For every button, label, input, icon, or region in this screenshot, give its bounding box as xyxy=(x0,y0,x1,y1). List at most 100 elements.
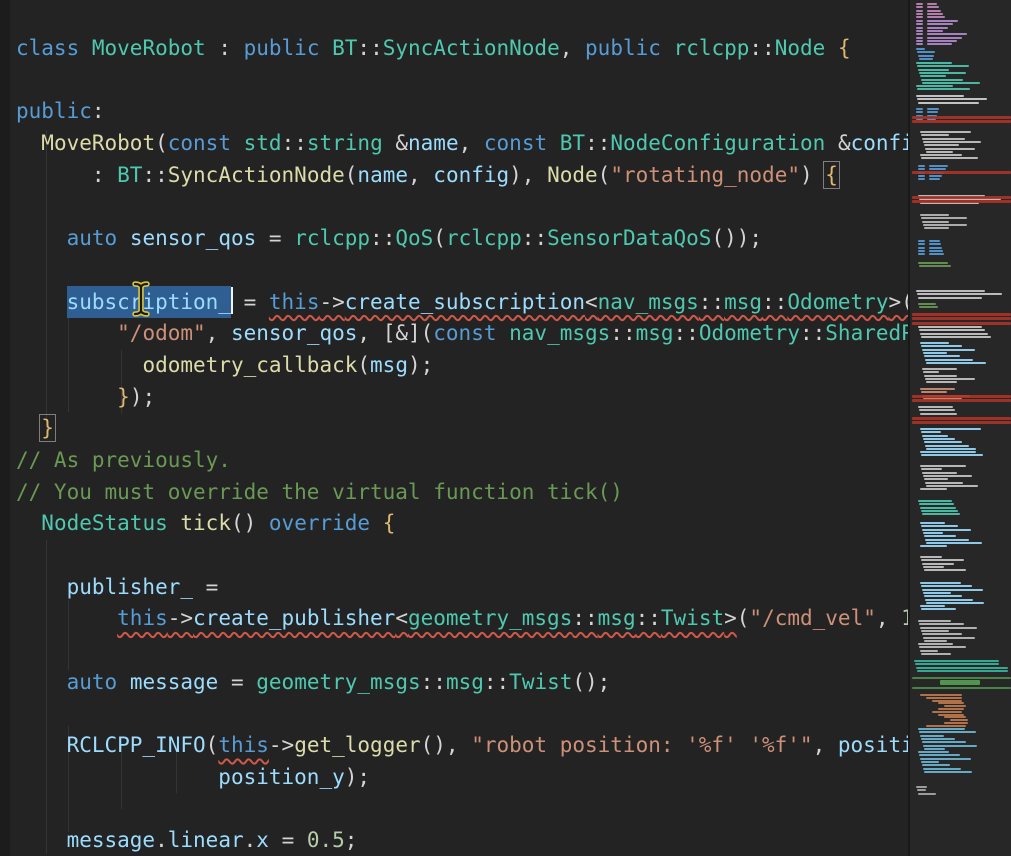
code-line[interactable]: RCLCPP_INFO(this->get_logger(), "robot p… xyxy=(16,730,908,762)
minimap-line xyxy=(929,243,941,245)
code-line[interactable]: message.linear.x = 0.5; xyxy=(16,825,908,856)
code-token: config xyxy=(851,131,908,155)
code-line[interactable]: class MoveRobot : public BT::SyncActionN… xyxy=(16,33,908,65)
minimap-line xyxy=(923,141,981,143)
code-token xyxy=(319,36,332,60)
code-line[interactable] xyxy=(16,65,908,97)
code-token xyxy=(16,226,67,250)
code-line[interactable]: public: xyxy=(16,96,908,128)
code-line[interactable]: this->create_publisher<geometry_msgs::ms… xyxy=(16,603,908,635)
minimap-line xyxy=(926,362,986,364)
code-token: :: xyxy=(572,606,597,630)
code-line[interactable]: } xyxy=(16,413,908,445)
code-editor[interactable]: class MoveRobot : public BT::SyncActionN… xyxy=(0,0,908,856)
minimap-line xyxy=(923,592,951,594)
minimap-line xyxy=(919,265,951,267)
minimap-line xyxy=(920,627,977,629)
minimap-line xyxy=(923,475,972,477)
code-line[interactable]: auto message = geometry_msgs::msg::Twist… xyxy=(16,667,908,699)
minimap-line xyxy=(918,253,925,255)
code-line[interactable] xyxy=(16,540,908,572)
code-line[interactable]: // You must override the virtual functio… xyxy=(16,477,908,509)
minimap-line xyxy=(916,13,923,15)
code-token: 10 xyxy=(901,606,908,630)
code-line[interactable]: "/odom", sensor_qos, [&](const nav_msgs:… xyxy=(16,318,908,350)
code-line[interactable] xyxy=(16,191,908,223)
minimap-line xyxy=(916,30,923,32)
code-token xyxy=(16,385,117,409)
minimap-line xyxy=(923,438,955,440)
code-line[interactable] xyxy=(16,635,908,667)
code-token: ( xyxy=(155,131,168,155)
minimap-line xyxy=(922,221,949,223)
minimap-line xyxy=(921,134,949,136)
minimap-line xyxy=(924,748,945,750)
code-line[interactable]: // As previously. xyxy=(16,445,908,477)
code-token: create_subscription xyxy=(345,290,585,314)
minimap-line xyxy=(921,525,958,527)
code-token: name xyxy=(408,131,459,155)
minimap-error-row xyxy=(912,200,1011,203)
code-token: MoveRobot xyxy=(92,36,206,60)
minimap-error-row xyxy=(912,417,1011,420)
code-token: -> xyxy=(269,733,294,757)
code-token: const xyxy=(484,131,547,155)
code-token: & xyxy=(383,131,408,155)
code-token: tick xyxy=(180,511,231,535)
minimap-line xyxy=(925,378,975,380)
code-token: ( xyxy=(345,163,358,187)
code-line[interactable] xyxy=(16,794,908,826)
code-token xyxy=(496,321,509,345)
minimap-line xyxy=(920,75,946,77)
code-line[interactable]: auto sensor_qos = rclcpp::QoS(rclcpp::Se… xyxy=(16,223,908,255)
code-token: } xyxy=(117,385,130,409)
minimap-line xyxy=(921,653,951,655)
code-token: position_y xyxy=(218,765,344,789)
code-token: ()); xyxy=(711,226,762,250)
minimap-marker-chip xyxy=(940,680,980,685)
code-token: Node xyxy=(547,163,598,187)
code-token: :: xyxy=(800,321,825,345)
code-token xyxy=(16,511,41,535)
code-line[interactable]: publisher_ = xyxy=(16,572,908,604)
code-token: QoS xyxy=(395,226,433,250)
code-line[interactable]: MoveRobot(const std::string &name, const… xyxy=(16,128,908,160)
code-token: message xyxy=(67,828,156,852)
minimap-line xyxy=(922,138,965,140)
minimap-error-row xyxy=(912,116,1011,119)
minimap-xml-tree-line xyxy=(938,708,964,710)
minimap-error-row xyxy=(912,322,1011,325)
minimap-line xyxy=(923,352,947,354)
minimap-line xyxy=(922,82,980,84)
minimap-line xyxy=(927,37,962,39)
code-line[interactable]: NodeStatus tick() override { xyxy=(16,508,908,540)
minimap-xml-tree-line xyxy=(938,702,964,704)
code-token xyxy=(16,828,67,852)
code-line[interactable]: : BT::SyncActionNode(name, config), Node… xyxy=(16,160,908,192)
minimap-error-row xyxy=(912,120,1011,123)
code-token: ; xyxy=(345,828,358,852)
minimap-line xyxy=(920,545,947,547)
code-token: = xyxy=(256,226,294,250)
minimap-line xyxy=(916,108,923,110)
code-token: ( xyxy=(357,353,370,377)
minimap-line xyxy=(925,482,963,484)
minimap[interactable] xyxy=(908,0,1011,856)
code-line[interactable] xyxy=(16,698,908,730)
code-token: ); xyxy=(408,353,433,377)
minimap-line xyxy=(927,27,948,29)
code-token xyxy=(825,36,838,60)
code-token: , xyxy=(813,733,838,757)
code-token xyxy=(370,511,383,535)
code-token: public xyxy=(585,36,661,60)
code-line[interactable]: odometry_callback(msg); xyxy=(16,350,908,382)
code-line[interactable]: position_y); xyxy=(16,762,908,794)
code-token: ( xyxy=(598,163,611,187)
minimap-line xyxy=(921,510,958,512)
minimap-line xyxy=(927,10,941,12)
code-token xyxy=(16,321,117,345)
code-line[interactable]: }); xyxy=(16,382,908,414)
code-token: SyncActionNode xyxy=(383,36,560,60)
minimap-line xyxy=(924,441,962,443)
code-token: msg xyxy=(446,670,484,694)
